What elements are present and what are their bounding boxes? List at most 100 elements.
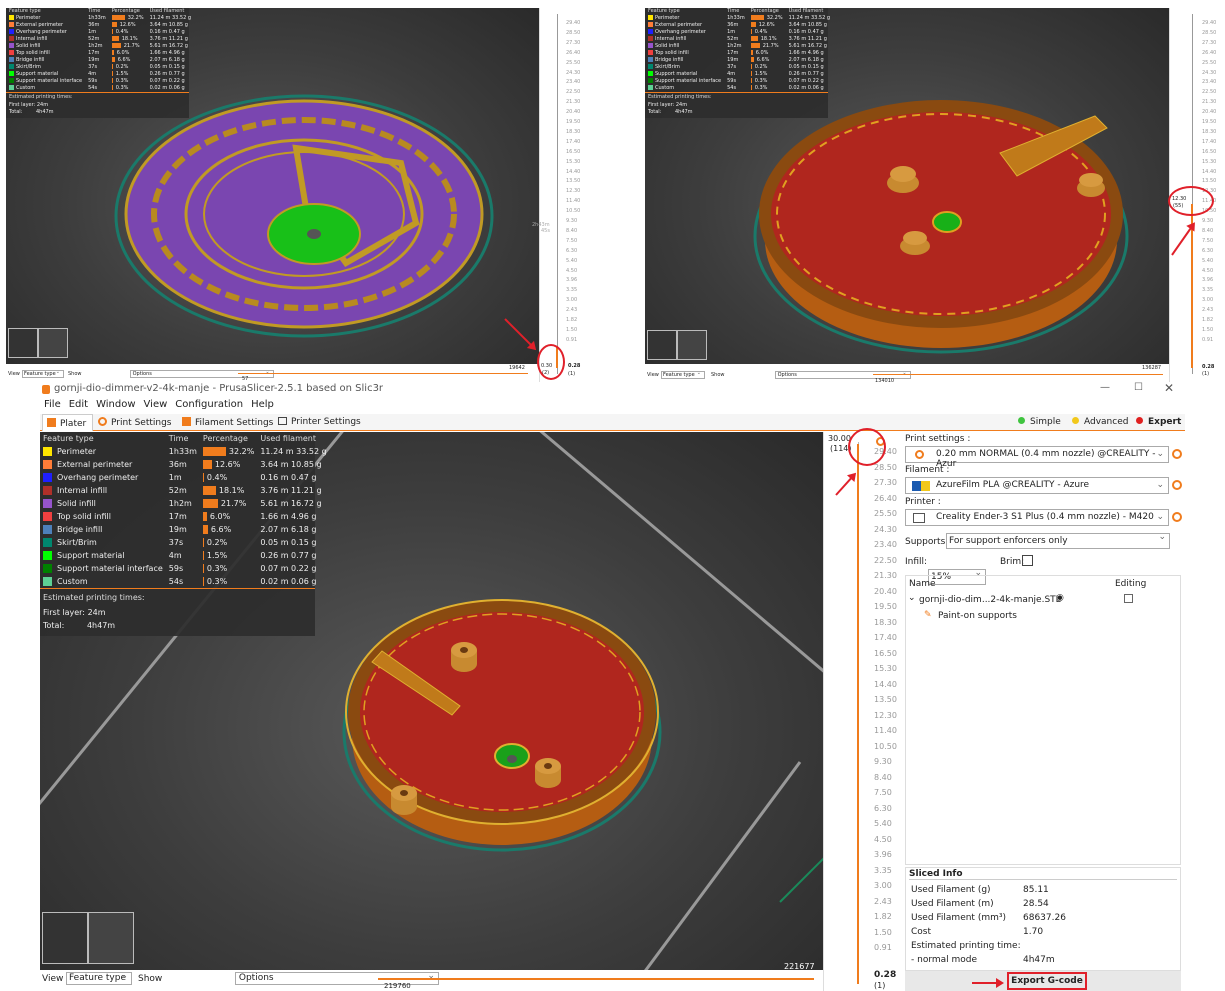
filament-select[interactable]: AzureFilm PLA @CREALITY - Azure ⌄ bbox=[905, 477, 1169, 494]
preview-layers-icon[interactable] bbox=[677, 330, 707, 360]
sliced-info-key: - normal mode bbox=[911, 955, 978, 965]
view-3d-icon[interactable] bbox=[647, 330, 677, 360]
close-button[interactable]: ✕ bbox=[1164, 381, 1174, 395]
total-label: Total: bbox=[648, 109, 662, 115]
tab-filament-settings[interactable]: Filament Settings bbox=[178, 414, 279, 431]
menu-bar: File Edit Window View Configuration Help bbox=[40, 399, 1220, 413]
legend-weight: 4.96 g bbox=[807, 50, 824, 56]
sliced-info-row: Estimated printing time: bbox=[911, 940, 1066, 952]
legend-feature: Support material bbox=[40, 549, 166, 562]
menu-item[interactable]: View bbox=[144, 399, 168, 410]
legend-pct-text: 12.6% bbox=[119, 22, 136, 28]
preview-layers-icon[interactable] bbox=[88, 912, 134, 964]
layer-tick-label: 28.50 bbox=[1202, 29, 1217, 36]
legend-feature-name: Support material interface bbox=[16, 78, 83, 84]
legend-weight: 11.21 g bbox=[168, 36, 188, 42]
printer-gear-icon[interactable] bbox=[1172, 512, 1182, 522]
legend-feature-name: Internal infill bbox=[655, 36, 687, 42]
print-settings-select[interactable]: 0.20 mm NORMAL (0.4 mm nozzle) @CREALITY… bbox=[905, 446, 1169, 469]
legend-filament: 0.26 m 0.77 g bbox=[147, 71, 194, 78]
layer-tick-label: 23.40 bbox=[874, 540, 897, 549]
view-select[interactable]: Feature type bbox=[661, 370, 705, 379]
legend-time: 59s bbox=[168, 564, 184, 573]
color-swatch-icon bbox=[648, 22, 653, 27]
filament-gear-icon[interactable] bbox=[1172, 480, 1182, 490]
percentage-bar bbox=[111, 15, 125, 20]
legend-time: 52m bbox=[168, 486, 187, 495]
mode-expert[interactable]: Expert bbox=[1136, 417, 1181, 427]
menu-item[interactable]: Window bbox=[96, 399, 135, 410]
eye-icon[interactable]: ◉ bbox=[1056, 593, 1064, 603]
print-settings-gear-icon[interactable] bbox=[1172, 449, 1182, 459]
tab-print-settings[interactable]: Print Settings bbox=[94, 414, 177, 431]
horizontal-slider[interactable] bbox=[873, 374, 1163, 375]
legend-time: 1m bbox=[168, 473, 182, 482]
export-gcode-button[interactable]: Export G-code bbox=[1007, 972, 1087, 990]
tab-plater[interactable]: Plater bbox=[42, 414, 94, 431]
legend-weight: 33.52 g bbox=[810, 15, 831, 21]
edit-icon[interactable] bbox=[1124, 594, 1133, 603]
percentage-bar bbox=[750, 43, 760, 48]
expand-chevron-icon[interactable]: ⌄ bbox=[908, 593, 916, 603]
object-name[interactable]: gornji-dio-dim...2-4k-manje.STL bbox=[919, 595, 1061, 605]
legend-length: 0.16 m bbox=[260, 473, 289, 482]
menu-item[interactable]: Configuration bbox=[175, 399, 243, 410]
layer-tick-label: 21.30 bbox=[566, 99, 581, 106]
legend-weight: 10.85 g bbox=[291, 460, 322, 469]
highlight-circle bbox=[1168, 186, 1214, 216]
preview-layers-icon[interactable] bbox=[38, 328, 68, 358]
percentage-bar bbox=[750, 50, 753, 55]
layer-tick-label: 12.30 bbox=[874, 710, 897, 720]
sliced-info-key: Used Filament (m) bbox=[911, 899, 994, 909]
main-layer-slider[interactable]: 30.00 (114) 0.28 (1) 29.40 28.50 27.30 26.4… bbox=[823, 432, 902, 991]
view-select[interactable]: Feature type bbox=[66, 971, 132, 985]
layer-tick-label: 8.40 bbox=[566, 227, 578, 234]
layer-tick-label: 7.50 bbox=[1202, 237, 1214, 244]
tab-printer-settings[interactable]: Printer Settings bbox=[274, 414, 367, 431]
color-swatch-icon bbox=[9, 57, 14, 62]
color-swatch-icon bbox=[648, 78, 653, 83]
color-swatch-icon bbox=[648, 15, 653, 20]
legend-table: Feature type Time Percentage Used filament … bbox=[6, 8, 194, 92]
legend-pct-text: 1.5% bbox=[754, 71, 768, 77]
horizontal-slider[interactable] bbox=[238, 373, 528, 374]
gear-icon bbox=[915, 450, 924, 459]
layer-tick-label: 19.50 bbox=[874, 602, 897, 611]
view-select[interactable]: Feature type bbox=[22, 369, 64, 378]
top-left-layer-slider[interactable]: 2h43m 45s 0.30 (2) 0.28 (1) 29.40 28.50 27… bbox=[532, 8, 584, 384]
legend-pct-text: 18.1% bbox=[121, 36, 138, 42]
maximize-button[interactable]: ☐ bbox=[1134, 382, 1143, 393]
object-list: Name Editing ⌄ gornji-dio-dim...2-4k-man… bbox=[905, 575, 1181, 865]
menu-item[interactable]: File bbox=[44, 399, 61, 410]
color-swatch-icon bbox=[648, 64, 653, 69]
legend-length: 0.02 m bbox=[149, 85, 168, 91]
mode-advanced[interactable]: Advanced bbox=[1072, 417, 1128, 427]
layer-tick-label: 6.30 bbox=[874, 803, 892, 813]
horizontal-slider[interactable] bbox=[378, 978, 814, 980]
show-select[interactable]: Options bbox=[129, 369, 274, 378]
paint-on-supports[interactable]: Paint-on supports bbox=[938, 611, 1017, 621]
percentage-bar bbox=[750, 57, 754, 62]
view-3d-icon[interactable] bbox=[42, 912, 88, 964]
color-swatch-icon bbox=[648, 71, 653, 76]
minimize-button[interactable]: — bbox=[1100, 382, 1110, 393]
layer-tick-label: 2.43 bbox=[1202, 307, 1214, 314]
legend-time: 54s bbox=[88, 85, 98, 91]
layer-tick-label: 20.40 bbox=[874, 586, 897, 596]
percentage-bar bbox=[111, 43, 121, 48]
mode-simple[interactable]: Simple bbox=[1018, 417, 1061, 427]
menu-item[interactable]: Edit bbox=[69, 399, 88, 410]
paint-brush-icon: ✎ bbox=[924, 610, 932, 620]
view-3d-icon[interactable] bbox=[8, 328, 38, 358]
legend-row: Solid infill 1h2m 21.7% 5.61 m 16.72 g bbox=[645, 43, 833, 50]
legend-weight: 4.96 g bbox=[291, 512, 317, 521]
menu-item[interactable]: Help bbox=[251, 399, 274, 410]
legend-weight: 0.15 g bbox=[291, 538, 317, 547]
layer-tick-label: 20.40 bbox=[566, 109, 581, 116]
mode-dot-icon bbox=[1018, 417, 1025, 424]
legend-feature: Support material bbox=[6, 71, 85, 78]
brim-checkbox[interactable] bbox=[1022, 555, 1033, 566]
printer-select[interactable]: Creality Ender-3 S1 Plus (0.4 mm nozzle)… bbox=[905, 509, 1169, 526]
printer-value: Creality Ender-3 S1 Plus (0.4 mm nozzle)… bbox=[936, 512, 1154, 522]
supports-select[interactable]: For support enforcers only bbox=[946, 532, 1170, 549]
